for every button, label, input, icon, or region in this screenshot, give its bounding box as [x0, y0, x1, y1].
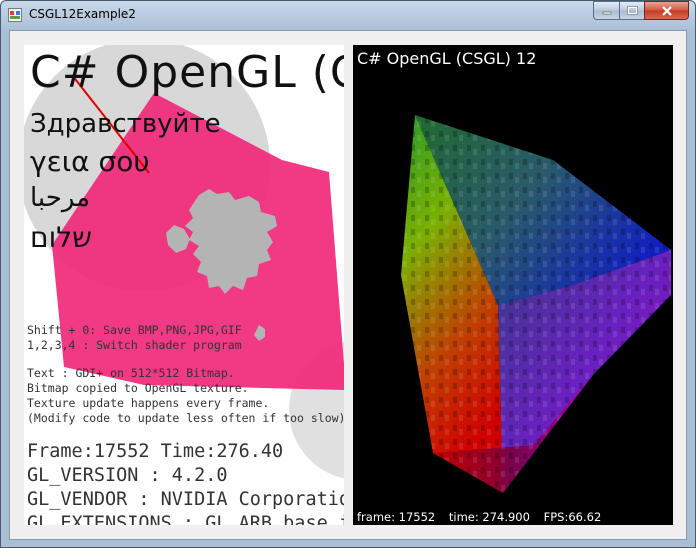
minimize-icon [602, 11, 611, 14]
window-controls [593, 1, 689, 20]
title-bar[interactable]: CSGL12Example2 [1, 1, 695, 29]
help-line: Bitmap copied to OpenGL texture. [27, 381, 249, 395]
maximize-button[interactable] [619, 1, 644, 20]
close-button[interactable] [644, 1, 689, 20]
help-line: Text : GDI+ on 512*512 Bitmap. [27, 366, 235, 380]
greeting-hebrew: שלום [30, 221, 92, 254]
window-title: CSGL12Example2 [29, 7, 136, 21]
greeting-arabic: مرحبا [30, 183, 91, 213]
minimize-button[interactable] [593, 1, 619, 20]
rotating-cube [401, 115, 671, 493]
help-line: Shift + 0: Save BMP,PNG,JPG,GIF [27, 323, 242, 337]
greeting-russian: Здравствуйте [30, 109, 221, 139]
info-gl-version: GL_VERSION : 4.2.0 [27, 465, 228, 486]
help-line: (Modify code to update less often if too… [27, 411, 344, 425]
status-fps: FPS:66.62 [543, 510, 602, 524]
maximize-icon [626, 6, 638, 15]
help-line: Texture update happens every frame. [27, 396, 270, 410]
cube-texture [401, 115, 671, 493]
info-gl-vendor: GL_VENDOR : NVIDIA Corporation [27, 489, 344, 510]
render-title: C# OpenGL (CSGL) 12 [357, 49, 537, 68]
app-window: CSGL12Example2 C# OpenGL (CSGL) 12 Здра [0, 0, 696, 548]
gdi-bitmap-panel[interactable]: C# OpenGL (CSGL) 12 Здравствуйте γεια σο… [24, 45, 344, 525]
greeting-greek: γεια σου [30, 145, 150, 178]
close-icon [661, 5, 672, 16]
app-icon [8, 8, 22, 22]
info-frame-time: Frame:17552 Time:276.40 [27, 441, 284, 462]
render-status-bar: frame: 17552 time: 274.900 FPS:66.62 [357, 510, 611, 524]
status-frame: frame: 17552 [357, 510, 436, 524]
info-gl-extensions: GL_EXTENSIONS : GL_ARB_base_instance [27, 513, 344, 525]
big-title-text: C# OpenGL (CSGL) 12 [30, 47, 344, 98]
status-time: time: 274.900 [448, 510, 530, 524]
help-line: 1,2,3,4 : Switch shader program [27, 338, 242, 352]
opengl-render-panel[interactable]: C# OpenGL (CSGL) 12 frame: 17552 time: 2… [353, 45, 673, 525]
